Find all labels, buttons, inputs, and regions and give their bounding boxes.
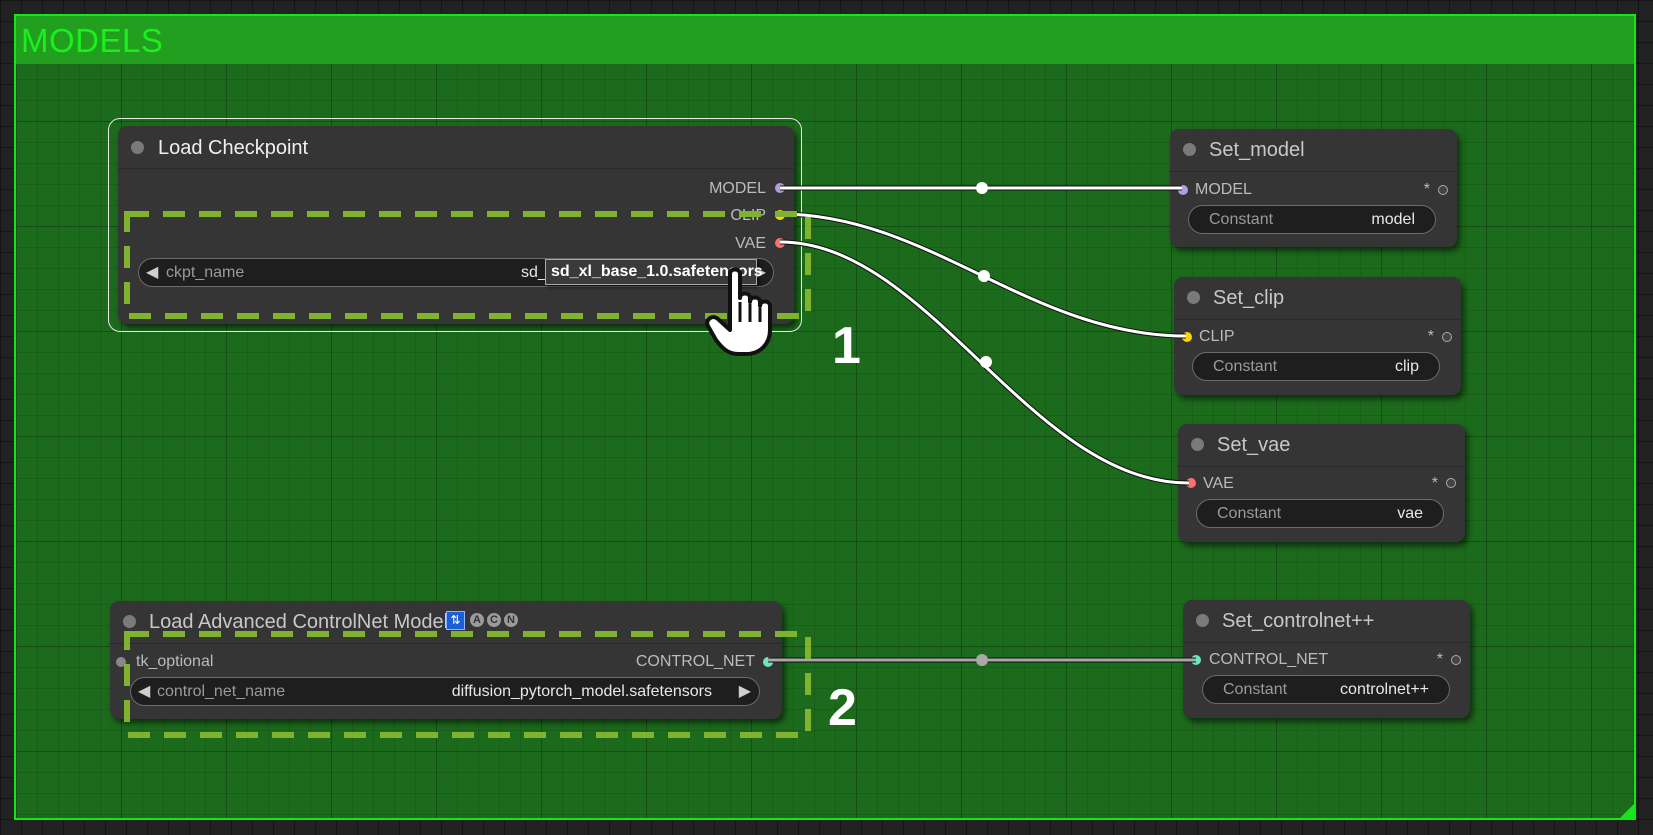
annotation-2: 2 <box>828 679 857 737</box>
link-midpoint[interactable] <box>978 270 990 282</box>
wires-layer <box>124 182 1196 738</box>
link-model[interactable] <box>780 182 1182 194</box>
highlight-box-1 <box>124 211 811 319</box>
pointer-hand-icon <box>705 267 772 356</box>
link-midpoint[interactable] <box>976 182 988 194</box>
annotation-1: 1 <box>832 317 861 375</box>
link-midpoint[interactable] <box>980 356 992 368</box>
highlight-box-2 <box>124 631 811 738</box>
link-control-net[interactable] <box>768 654 1196 666</box>
link-midpoint[interactable] <box>976 654 988 666</box>
